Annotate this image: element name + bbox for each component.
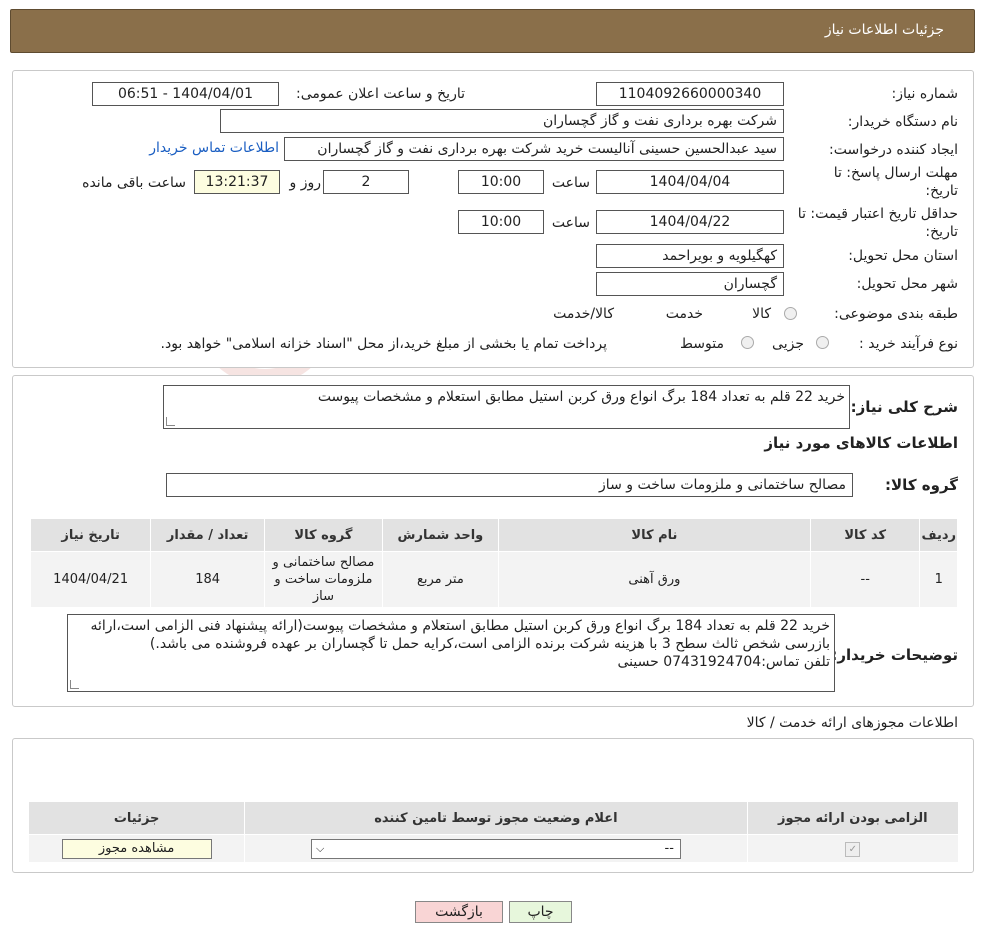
city-label: شهر محل تحویل: [856,276,958,292]
deadline-label-line2: تاریخ: [925,183,958,199]
city-field: گچساران [596,272,784,296]
deadline-label-line1: مهلت ارسال پاسخ: تا [833,165,958,181]
cell-permit-details: مشاهده مجوز [27,834,246,863]
buyer-notes-label: توضیحات خریدار: [831,646,958,664]
resize-grip-icon[interactable] [166,417,175,426]
cell-row-number: 1 [919,551,958,608]
buyer-contact-link[interactable]: اطلاعات تماس خریدار [149,140,279,156]
announce-label: تاریخ و ساعت اعلان عمومی: [296,86,465,102]
cell-goods-name: ورق آهنی [497,551,811,608]
requester-field: سید عبدالحسین حسینی آنالیست خرید شرکت به… [284,137,784,161]
permits-title: اطلاعات مجوزهای ارائه خدمت / کالا [746,715,958,731]
col-permit-status: اعلام وضعیت مجوز توسط تامین کننده [244,801,748,835]
category-label: طبقه بندی موضوعی: [834,306,958,322]
goods-group-label: گروه کالا: [885,476,958,494]
cell-permit-status: -- ⌵ [244,834,748,863]
permit-status-value: -- [664,840,674,856]
col-permit-details: جزئیات [27,801,246,835]
process-note: پرداخت تمام یا بخشی از مبلغ خرید،از محل … [160,336,607,352]
cell-goods-group: مصالح ساختمانی و ملزومات ساخت و ساز [264,551,383,608]
category-option-goods-service: کالا/خدمت [553,306,614,322]
remaining-label: ساعت باقی مانده [82,175,186,191]
permits-header-row: الزامی بودن ارائه مجوز اعلام وضعیت مجوز … [27,801,960,835]
goods-group-field: مصالح ساختمانی و ملزومات ساخت و ساز [166,473,853,497]
desc-textarea[interactable]: خرید 22 قلم به تعداد 184 برگ انواع ورق ک… [163,385,850,429]
price-validity-label-line2: تاریخ: [925,224,958,240]
goods-table-header-row: ردیف کد کالا نام کالا واحد شمارش گروه کا… [29,518,958,552]
cell-unit: متر مربع [381,551,499,608]
category-radio-goods[interactable] [784,307,797,320]
process-radio-minor[interactable] [816,336,829,349]
permits-table: الزامی بودن ارائه مجوز اعلام وضعیت مجوز … [27,801,960,863]
buyer-org-field: شرکت بهره برداری نفت و گاز گچساران [220,109,784,133]
cell-quantity: 184 [150,551,265,608]
price-validity-date-field: 1404/04/22 [596,210,784,234]
page-title: جزئيات اطلاعات نياز [824,22,944,38]
deadline-time-field: 10:00 [458,170,544,194]
province-field: کهگیلویه و بویراحمد [596,244,784,268]
view-permit-button[interactable]: مشاهده مجوز [61,838,212,859]
table-row: 1 -- ورق آهنی متر مربع مصالح ساختمانی و … [29,551,958,608]
process-option-medium: متوسط [680,336,724,352]
goods-section-title: اطلاعات کالاهای مورد نیاز [764,434,958,452]
price-validity-time-label: ساعت [551,215,590,231]
process-option-minor: جزیی [772,336,804,352]
category-option-service: خدمت [665,306,703,322]
col-need-date: تاریخ نیاز [29,518,152,552]
permit-status-select[interactable]: -- ⌵ [310,838,681,859]
process-label: نوع فرآیند خرید : [859,336,958,352]
remaining-time-field: 13:21:37 [194,170,280,194]
col-goods-code: کد کالا [809,518,921,552]
resize-grip-icon[interactable] [70,680,79,689]
col-goods-name: نام کالا [497,518,811,552]
buyer-phone-text: تلفن تماس:07431924704 حسینی [617,654,831,670]
process-radio-medium[interactable] [741,336,754,349]
col-goods-group: گروه کالا [264,518,383,552]
cell-goods-code: -- [809,551,921,608]
need-number-label: شماره نیاز: [891,86,959,102]
col-permit-required: الزامی بودن ارائه مجوز [746,801,960,835]
required-checkbox[interactable]: ✓ [845,841,861,857]
desc-text: خرید 22 قلم به تعداد 184 برگ انواع ورق ک… [317,389,845,405]
need-number-field: 1104092660000340 [596,82,784,106]
announce-datetime-field: 1404/04/01 - 06:51 [92,82,279,106]
table-row: ✓ -- ⌵ مشاهده مجوز [27,834,960,863]
price-validity-label-line1: حداقل تاریخ اعتبار قیمت: تا [797,206,958,222]
chevron-down-icon: ⌵ [315,841,325,855]
buyer-org-label: نام دستگاه خریدار: [847,114,958,130]
col-unit: واحد شمارش [381,518,499,552]
buyer-notes-textarea[interactable]: خرید 22 قلم به تعداد 184 برگ انواع ورق ک… [67,614,835,692]
goods-table: ردیف کد کالا نام کالا واحد شمارش گروه کا… [29,518,958,608]
requester-label: ایجاد کننده درخواست: [829,142,958,158]
desc-label: شرح کلی نیاز: [850,398,958,416]
deadline-date-field: 1404/04/04 [596,170,784,194]
price-validity-time-field: 10:00 [458,210,544,234]
cell-need-date: 1404/04/21 [29,551,152,608]
province-label: استان محل تحویل: [848,248,958,264]
back-button[interactable]: بازگشت [415,901,503,923]
buyer-notes-text: خرید 22 قلم به تعداد 184 برگ انواع ورق ک… [90,618,830,652]
page-header: جزئيات اطلاعات نياز [10,9,975,53]
days-label: روز و [289,175,322,191]
col-row-number: ردیف [919,518,958,552]
col-quantity: تعداد / مقدار [150,518,265,552]
deadline-time-label: ساعت [551,175,590,191]
remaining-days-field: 2 [323,170,409,194]
category-option-goods: کالا [752,306,771,322]
print-button[interactable]: چاپ [509,901,572,923]
cell-permit-required: ✓ [746,834,960,863]
